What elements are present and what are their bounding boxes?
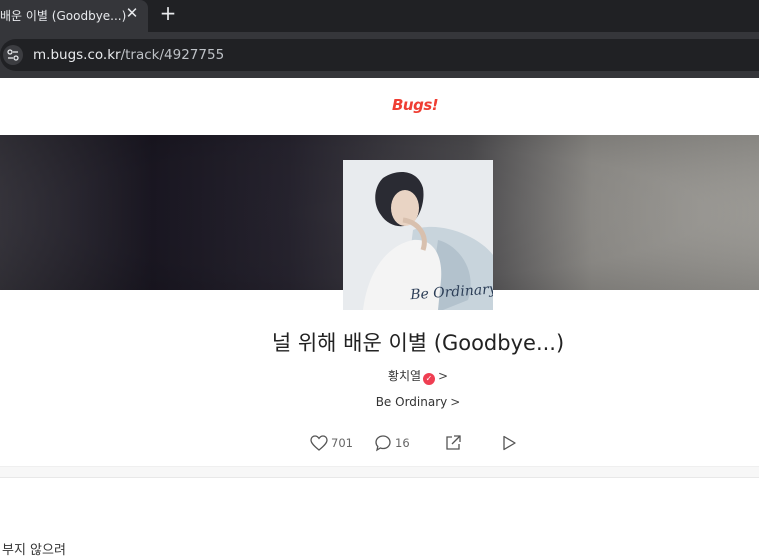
share-button[interactable] bbox=[444, 431, 462, 455]
chevron-right-icon: > bbox=[438, 369, 449, 383]
comment-icon bbox=[375, 435, 391, 452]
share-icon bbox=[446, 435, 461, 450]
track-actions: 701 16 bbox=[0, 431, 759, 455]
like-button[interactable]: 701 bbox=[310, 431, 353, 455]
tab-title: 배운 이별 (Goodbye...) bbox=[0, 9, 127, 23]
close-icon[interactable]: ✕ bbox=[122, 3, 142, 23]
artist-name: 황치열 bbox=[387, 369, 422, 383]
browser-tab[interactable]: 배운 이별 (Goodbye...) ✕ bbox=[0, 0, 148, 32]
play-icon bbox=[503, 435, 516, 451]
chevron-right-icon: > bbox=[450, 395, 461, 409]
url-text[interactable]: m.bugs.co.kr/track/4927755 bbox=[33, 47, 224, 63]
album-cover-art: Be Ordinary bbox=[343, 160, 493, 310]
album-name: Be Ordinary bbox=[375, 395, 448, 409]
page: Bugs! Be Ordinary 널 위해 배운 이별 (Goodbye...… bbox=[0, 79, 759, 558]
address-bar[interactable]: m.bugs.co.kr/track/4927755 bbox=[0, 39, 759, 71]
verified-icon: ✓ bbox=[423, 373, 436, 385]
like-count: 701 bbox=[331, 436, 353, 450]
url-host: m.bugs.co.kr bbox=[33, 47, 121, 63]
browser-tab-bar: 배운 이별 (Goodbye...) ✕ + bbox=[0, 0, 759, 32]
artist-link[interactable]: 황치열 ✓ > bbox=[0, 367, 759, 385]
section-divider bbox=[0, 466, 759, 478]
comment-button[interactable]: 16 bbox=[374, 431, 410, 455]
album-cover[interactable]: Be Ordinary bbox=[343, 160, 493, 310]
lyrics-first-line: 부지 않으려 bbox=[2, 543, 66, 558]
track-title: 널 위해 배운 이별 (Goodbye...) bbox=[271, 331, 565, 355]
comment-count: 16 bbox=[395, 436, 410, 450]
bugs-logo[interactable]: Bugs! bbox=[392, 96, 439, 114]
play-button[interactable] bbox=[500, 431, 518, 455]
browser-toolbar: m.bugs.co.kr/track/4927755 bbox=[0, 32, 759, 78]
album-link[interactable]: Be Ordinary > bbox=[0, 395, 759, 409]
url-path: /track/4927755 bbox=[120, 47, 225, 63]
site-info-icon[interactable] bbox=[3, 45, 23, 65]
new-tab-button[interactable]: + bbox=[156, 2, 180, 26]
heart-icon bbox=[310, 435, 328, 451]
